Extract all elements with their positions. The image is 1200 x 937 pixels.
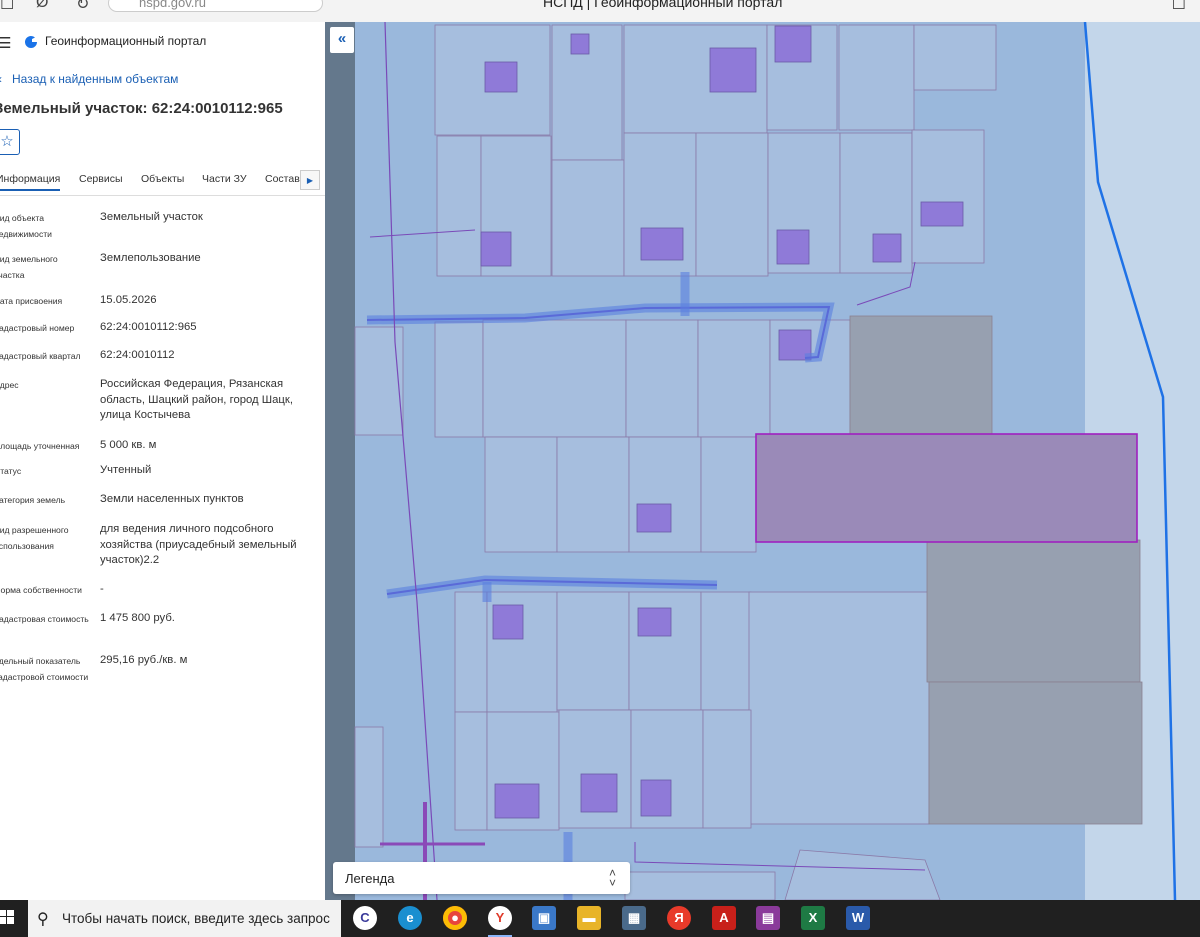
tab-services[interactable]: Сервисы	[79, 173, 123, 185]
field-value: Земельный участок	[100, 211, 203, 223]
taskbar-search-input[interactable]: ⚲ Чтобы начать поиск, введите здесь запр…	[28, 900, 341, 937]
page-title-tab: НСПД | Геоинформационный портал	[543, 0, 783, 10]
winrar-app-icon[interactable]: ▤	[756, 906, 780, 930]
field-label: Вид разрешенного использования	[0, 525, 69, 551]
windows-start-icon[interactable]	[0, 910, 14, 924]
legend-dropdown[interactable]: Легенда ˄ ˅	[333, 862, 630, 894]
yandex-app-icon[interactable]: Я	[667, 906, 691, 930]
field-label: Площадь уточненная	[0, 441, 80, 451]
yandex-protect-icon[interactable]: Ø	[36, 0, 48, 12]
field-label: Удельный показатель кадастровой стоимост…	[0, 656, 89, 682]
excel-app-icon[interactable]: X	[801, 906, 825, 930]
field-value: 1 475 800 руб.	[100, 612, 175, 624]
chrome-app-icon[interactable]: ●	[443, 906, 467, 930]
favorite-button[interactable]: ☆	[0, 129, 20, 155]
star-icon: ☆	[0, 133, 14, 150]
field-value: для ведения личного подсобного хозяйства…	[100, 523, 297, 566]
field-label: Кадастровый квартал	[0, 351, 81, 361]
info-tabs: Информация Сервисы Объекты Части ЗУ Сост…	[0, 169, 325, 196]
calculator-app-icon[interactable]: ▦	[622, 906, 646, 930]
explorer-app-icon[interactable]: ▬	[577, 906, 601, 930]
field-label: Статус	[0, 466, 22, 476]
field-label: Кадастровая стоимость	[0, 614, 89, 624]
chevron-left-icon: ‹	[0, 72, 2, 86]
tab-icon[interactable]: ☐	[0, 0, 14, 14]
field-label: Кадастровый номер	[0, 323, 75, 333]
field-value: 15.05.2026	[100, 294, 157, 306]
yandex-browser-app-icon[interactable]: Y	[488, 906, 512, 937]
browser-toolbar: ☐ Ø ↻ nspd.gov.ru НСПД | Геоинформационн…	[0, 0, 1200, 23]
field-label: Форма собственности	[0, 585, 82, 595]
field-value: 295,16 руб./кв. м	[100, 654, 188, 666]
taskbar: ⚲ Чтобы начать поиск, введите здесь запр…	[0, 900, 1200, 937]
field-value: 5 000 кв. м	[100, 439, 157, 451]
address-bar[interactable]: nspd.gov.ru	[108, 0, 323, 12]
word-app-icon[interactable]: W	[846, 906, 870, 930]
field-value: Учтенный	[100, 464, 152, 476]
tab-objects[interactable]: Объекты	[141, 173, 184, 185]
field-value: 62:24:0010112	[100, 349, 175, 361]
field-value: Землепользование	[100, 252, 201, 264]
chevron-right-icon: ▶	[306, 176, 314, 185]
double-chevron-left-icon: «	[337, 30, 347, 47]
tab-information[interactable]: Информация	[0, 173, 61, 191]
store-app-icon[interactable]: ▣	[532, 906, 556, 930]
edge-app-icon[interactable]: e	[398, 906, 422, 930]
object-info-panel: ☰ Геоинформационный портал ‹Назад к найд…	[0, 22, 325, 900]
collapse-panel-button[interactable]: «	[330, 27, 354, 53]
cortana-app-icon[interactable]: C	[353, 906, 377, 930]
window-control-icon[interactable]: ☐	[1172, 0, 1186, 14]
cadastral-map[interactable]	[325, 22, 1200, 900]
reload-icon[interactable]: ↻	[76, 0, 89, 14]
field-label: Дата присвоения	[0, 296, 63, 306]
search-icon: ⚲	[37, 911, 49, 928]
back-to-results-link[interactable]: ‹Назад к найденным объектам	[0, 72, 178, 86]
field-value: 62:24:0010112:965	[100, 321, 197, 333]
sort-arrows-icon: ˄ ˅	[608, 866, 616, 890]
selected-parcel[interactable]	[755, 433, 1138, 543]
field-value: Земли населенных пунктов	[100, 493, 244, 505]
legend-label: Легенда	[345, 871, 395, 886]
tab-composition[interactable]: Состав	[265, 173, 300, 185]
portal-name: Геоинформационный портал	[45, 34, 207, 48]
object-heading: Земельный участок: 62:24:0010112:965	[0, 100, 283, 117]
tabs-next-button[interactable]: ▶	[300, 170, 320, 190]
field-label: Адрес	[0, 380, 19, 390]
field-label: Категория земель	[0, 495, 66, 505]
field-value: -	[100, 583, 104, 595]
map-view[interactable]: « Легенда ˄ ˅	[325, 22, 1200, 900]
acrobat-app-icon[interactable]: A	[712, 906, 736, 930]
menu-icon[interactable]: ☰	[0, 34, 11, 52]
search-placeholder: Чтобы начать поиск, введите здесь запрос	[62, 911, 330, 926]
field-label: Вид объекта недвижимости	[0, 213, 52, 239]
tab-parts[interactable]: Части ЗУ	[202, 173, 247, 185]
field-label: Вид земельного участка	[0, 254, 58, 280]
portal-logo-icon	[25, 35, 37, 48]
field-value: Российская Федерация, Рязанская область,…	[100, 378, 293, 421]
